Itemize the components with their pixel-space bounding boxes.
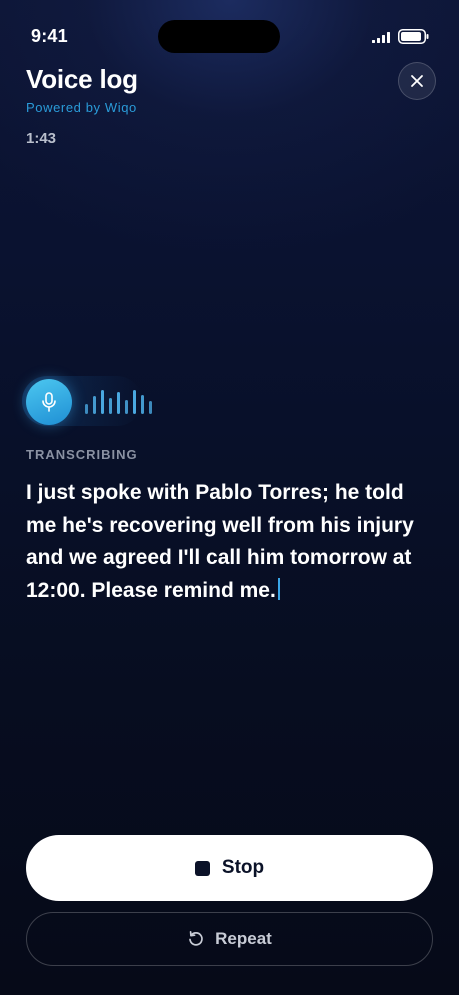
waveform-bar [149,401,152,414]
waveform-bar [85,404,88,414]
transcription-status: TRANSCRIBING [26,447,138,462]
voice-log-screen: 9:41 Voice log Powered by Wiqo 1:43 TRAN… [0,0,459,995]
stop-icon [194,860,210,876]
waveform-bar [109,398,112,414]
elapsed-time: 1:43 [26,130,57,147]
microphone-icon [42,392,56,412]
status-bar-time: 9:41 [31,26,68,46]
text-caret [277,577,280,600]
page-title: Voice log [26,64,138,94]
stop-button-label: Stop [221,857,265,878]
waveform-bar [93,396,96,414]
dynamic-island [158,20,280,53]
waveform-bar [125,400,128,414]
repeat-button[interactable]: Repeat [26,912,433,966]
close-button[interactable] [398,62,436,100]
waveform-bar [117,392,120,414]
powered-by-label: Powered by Wiqo [26,100,137,115]
transcript-content: I just spoke with Pablo Torres; he told … [26,481,414,602]
waveform-bar [133,390,136,414]
signal-icon [372,32,390,43]
repeat-button-label: Repeat [215,929,272,948]
audio-waveform [84,384,164,416]
repeat-icon [189,930,203,946]
close-icon [411,75,423,87]
waveform-bar [101,390,104,414]
waveform-bar [141,395,144,414]
stop-button[interactable]: Stop [26,835,433,901]
battery-icon [398,29,429,44]
transcript-text: I just spoke with Pablo Torres; he told … [26,477,438,607]
microphone-button[interactable] [26,379,72,425]
